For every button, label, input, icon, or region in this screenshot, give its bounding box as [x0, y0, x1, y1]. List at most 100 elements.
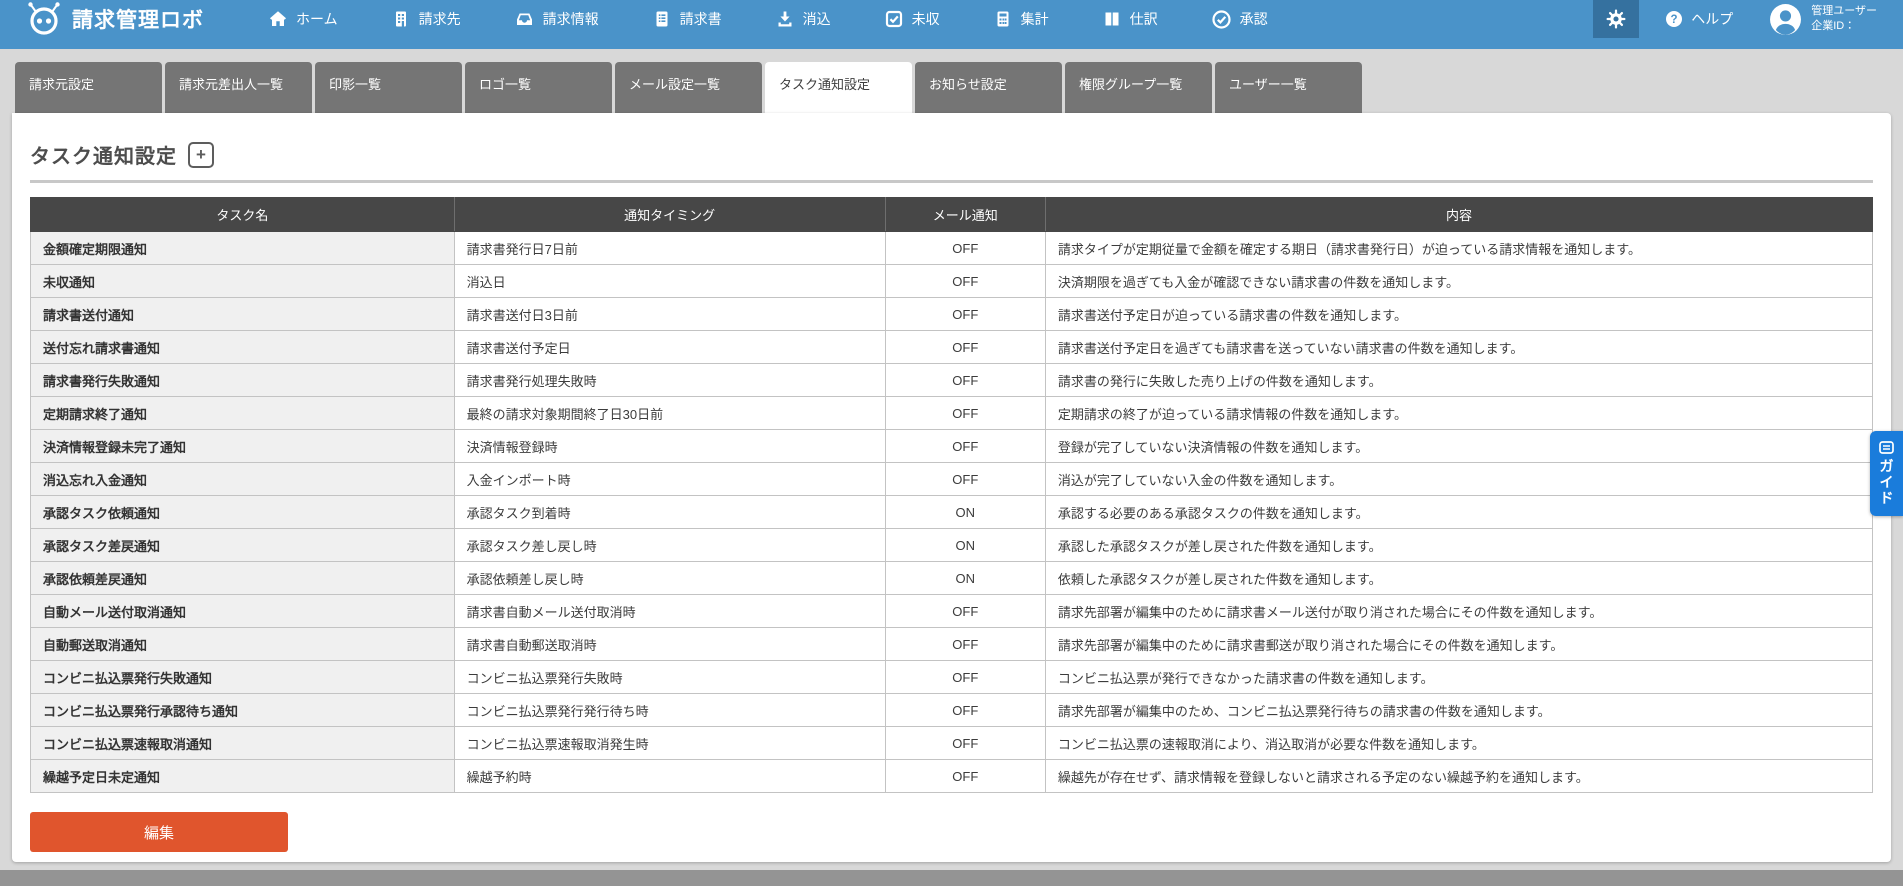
guide-label: ガイド [1879, 458, 1894, 507]
table-row: 自動郵送取消通知 請求書自動郵送取消時 OFF 請求先部署が編集中のために請求書郵送が… [30, 627, 1874, 661]
tab-billing-source-settings[interactable]: 請求元設定 [15, 62, 162, 113]
table-row: 承認タスク差戻通知 承認タスク差し戻し時 ON 承認した承認タスクが差し戻された件数を… [30, 528, 1874, 562]
timing-cell: 請求書送付予定日 [453, 330, 886, 364]
description-cell: コンビニ払込票の速報取消により、消込取消が必要な件数を通知します。 [1044, 726, 1874, 760]
table-row: コンビニ払込票速報取消通知 コンビニ払込票速報取消発生時 OFF コンビニ払込票の速報… [30, 726, 1874, 760]
nav-item-home[interactable]: ホーム [242, 0, 365, 38]
mail-status-cell: OFF [884, 429, 1046, 463]
tray-icon [515, 10, 534, 28]
timing-cell: 請求書発行日7日前 [453, 231, 886, 265]
content-panel: タスク通知設定 + タスク名 通知タイミング メール通知 内容 金額確定期限通知 請求書… [12, 113, 1891, 862]
checkbox-icon [885, 10, 903, 28]
timing-cell: コンビニ払込票発行発行待ち時 [453, 693, 886, 727]
user-info: 管理ユーザー 企業ID： [1811, 4, 1877, 34]
nav-item-unreceived[interactable]: 未収 [858, 0, 967, 38]
table-row: コンビニ払込票発行承認待ち通知 コンビニ払込票発行発行待ち時 OFF 請求先部署が編集… [30, 693, 1874, 727]
mail-status-cell: OFF [884, 297, 1046, 331]
description-cell: 承認する必要のある承認タスクの件数を通知します。 [1044, 495, 1874, 529]
nav-item-approval[interactable]: 承認 [1185, 0, 1295, 38]
company-id-label: 企業ID： [1811, 20, 1856, 32]
nav-item-clearing[interactable]: 消込 [749, 0, 858, 38]
home-icon [269, 10, 287, 28]
mail-status-cell: ON [884, 528, 1046, 562]
timing-cell: 請求書自動メール送付取消時 [453, 594, 886, 628]
task-name-cell: 承認依頼差戻通知 [30, 561, 455, 595]
tab-permission-group-list[interactable]: 権限グループ一覧 [1065, 62, 1212, 113]
task-name-cell: 定期請求終了通知 [30, 396, 455, 430]
description-cell: 請求書の発行に失敗した売り上げの件数を通知します。 [1044, 363, 1874, 397]
mail-status-cell: OFF [884, 594, 1046, 628]
timing-cell: 繰越予約時 [453, 759, 886, 793]
settings-tab-bar: 請求元設定 請求元差出人一覧 印影一覧 ロゴ一覧 メール設定一覧 タスク通知設定 お知らせ設… [0, 49, 1903, 113]
description-cell: 消込が完了していない入金の件数を通知します。 [1044, 462, 1874, 496]
tab-user-list[interactable]: ユーザー一覧 [1215, 62, 1362, 113]
column-header-mail: メール通知 [884, 197, 1046, 232]
table-row: 請求書送付通知 請求書送付日3日前 OFF 請求書送付予定日が迫っている請求書の件数を… [30, 297, 1874, 331]
nav-item-label: ホーム [296, 11, 338, 27]
task-name-cell: 自動郵送取消通知 [30, 627, 455, 661]
nav-item-label: 請求情報 [542, 11, 599, 27]
task-name-cell: コンビニ払込票発行承認待ち通知 [30, 693, 455, 727]
columns-icon [1103, 10, 1121, 28]
mail-status-cell: ON [884, 495, 1046, 529]
edit-button[interactable]: 編集 [30, 812, 288, 852]
nav-item-billing-dest[interactable]: 請求先 [365, 0, 488, 38]
download-icon [776, 10, 794, 28]
nav-item-label: 仕訳 [1129, 11, 1158, 27]
description-cell: 繰越先が存在せず、請求情報を登録しないと請求される予定のない繰越予約を通知します… [1044, 759, 1874, 793]
help-button[interactable]: ? ヘルプ [1639, 9, 1759, 29]
document-icon [653, 10, 671, 28]
settings-gear-button[interactable] [1593, 0, 1640, 38]
app-logo[interactable]: 請求管理ロボ [0, 2, 242, 36]
tab-mail-settings-list[interactable]: メール設定一覧 [615, 62, 762, 113]
user-account-menu[interactable]: 管理ユーザー 企業ID： [1759, 3, 1903, 36]
description-cell: 依頼した承認タスクが差し戻された件数を通知します。 [1044, 561, 1874, 595]
description-cell: 請求書送付予定日を過ぎても請求書を送っていない請求書の件数を通知します。 [1044, 330, 1874, 364]
mail-status-cell: OFF [884, 627, 1046, 661]
timing-cell: コンビニ払込票速報取消発生時 [453, 726, 886, 760]
nav-item-billing-info[interactable]: 請求情報 [488, 0, 626, 38]
task-name-cell: 繰越予定日未定通知 [30, 759, 455, 793]
description-cell: 請求先部署が編集中のために請求書メール送付が取り消された場合にその件数を通知しま… [1044, 594, 1874, 628]
tab-announcement-settings[interactable]: お知らせ設定 [915, 62, 1062, 113]
top-nav-bar: 請求管理ロボ ホーム 請求先 請求情報 請求書 消込 未収 集計 仕訳 承認 ?… [0, 0, 1903, 49]
tab-task-notification-settings[interactable]: タスク通知設定 [765, 62, 912, 113]
page-title: タスク通知設定 [30, 146, 177, 168]
tab-seal-list[interactable]: 印影一覧 [315, 62, 462, 113]
add-task-notification-button[interactable]: + [188, 141, 214, 168]
description-cell: 請求書送付予定日が迫っている請求書の件数を通知します。 [1044, 297, 1874, 331]
task-name-cell: 消込忘れ入金通知 [30, 462, 455, 496]
svg-text:?: ? [1671, 14, 1678, 26]
title-divider [30, 180, 1873, 183]
nav-item-journal[interactable]: 仕訳 [1076, 0, 1185, 38]
tab-billing-source-senders[interactable]: 請求元差出人一覧 [165, 62, 312, 113]
main-nav: ホーム 請求先 請求情報 請求書 消込 未収 集計 仕訳 承認 [242, 0, 1295, 38]
tab-logo-list[interactable]: ロゴ一覧 [465, 62, 612, 113]
timing-cell: 決済情報登録時 [453, 429, 886, 463]
mail-status-cell: OFF [884, 363, 1046, 397]
description-cell: 請求タイプが定期従量で金額を確定する期日（請求書発行日）が迫っている請求情報を通… [1044, 231, 1874, 265]
description-cell: 定期請求の終了が迫っている請求情報の件数を通知します。 [1044, 396, 1874, 430]
task-name-cell: 承認タスク差戻通知 [30, 528, 455, 562]
mail-status-cell: OFF [884, 264, 1046, 298]
building-icon [392, 10, 410, 28]
column-header-description: 内容 [1044, 197, 1874, 232]
mail-status-cell: OFF [884, 726, 1046, 760]
table-row: 未収通知 消込日 OFF 決済期限を過ぎても入金が確認できない請求書の件数を通知します… [30, 264, 1874, 298]
table-row: 請求書発行失敗通知 請求書発行処理失敗時 OFF 請求書の発行に失敗した売り上げの件数… [30, 363, 1874, 397]
mail-status-cell: OFF [884, 231, 1046, 265]
timing-cell: 入金インポート時 [453, 462, 886, 496]
table-row: 消込忘れ入金通知 入金インポート時 OFF 消込が完了していない入金の件数を通知します… [30, 462, 1874, 496]
timing-cell: 請求書自動郵送取消時 [453, 627, 886, 661]
table-row: 自動メール送付取消通知 請求書自動メール送付取消時 OFF 請求先部署が編集中のために… [30, 594, 1874, 628]
timing-cell: 消込日 [453, 264, 886, 298]
description-cell: 承認した承認タスクが差し戻された件数を通知します。 [1044, 528, 1874, 562]
robot-logo-icon [26, 2, 62, 36]
task-name-cell: 金額確定期限通知 [30, 231, 455, 265]
guide-side-tab[interactable]: ガイド [1870, 431, 1903, 517]
task-name-cell: 未収通知 [30, 264, 455, 298]
nav-item-aggregate[interactable]: 集計 [967, 0, 1076, 38]
mail-status-cell: OFF [884, 396, 1046, 430]
mail-status-cell: OFF [884, 660, 1046, 694]
nav-item-invoice[interactable]: 請求書 [626, 0, 749, 38]
